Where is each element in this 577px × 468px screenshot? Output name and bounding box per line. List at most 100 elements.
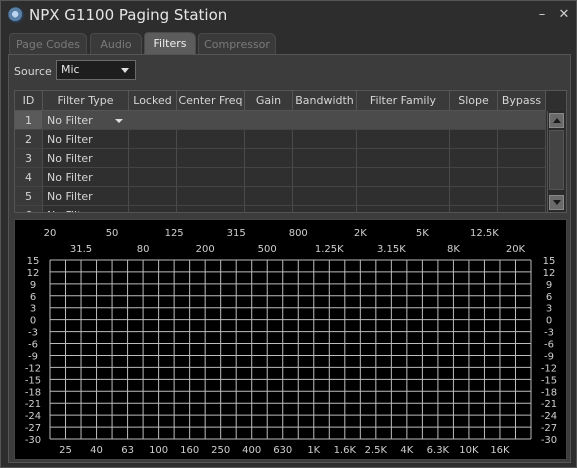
table-cell[interactable] (245, 187, 293, 206)
scroll-thumb[interactable] (549, 130, 564, 190)
table-cell[interactable] (498, 111, 546, 130)
table-row[interactable]: 5 No Filter (15, 187, 546, 206)
table-cell[interactable] (245, 130, 293, 149)
table-cell[interactable] (293, 187, 357, 206)
source-select[interactable]: Mic (56, 60, 136, 80)
db-label-left: 0 (30, 316, 36, 327)
column-header-slope[interactable]: Slope (450, 91, 498, 111)
table-cell[interactable] (293, 168, 357, 187)
column-header-locked[interactable]: Locked (129, 91, 177, 111)
table-cell[interactable] (129, 111, 177, 130)
table-cell[interactable] (293, 149, 357, 168)
column-header-filter-family[interactable]: Filter Family (357, 91, 450, 111)
column-header-center-freq[interactable]: Center Freq (177, 91, 245, 111)
minimize-button[interactable]: – (533, 5, 551, 25)
table-row[interactable]: 1 No Filter (15, 111, 546, 130)
row-id-cell[interactable]: 1 (15, 111, 43, 130)
table-cell[interactable] (450, 187, 498, 206)
db-label-right: -18 (541, 387, 557, 398)
table-cell[interactable] (450, 130, 498, 149)
table-cell[interactable] (129, 187, 177, 206)
table-cell[interactable] (129, 206, 177, 212)
tab-audio[interactable]: Audio (90, 33, 142, 55)
table-cell[interactable] (129, 149, 177, 168)
row-id-cell[interactable]: 3 (15, 149, 43, 168)
table-cell[interactable] (450, 206, 498, 212)
db-label-right: -9 (544, 351, 554, 362)
table-cell[interactable] (245, 168, 293, 187)
table-cell[interactable] (357, 168, 450, 187)
column-header-bandwidth[interactable]: Bandwidth (293, 91, 357, 111)
column-header-id[interactable]: ID (15, 91, 43, 111)
source-label: Source (14, 65, 52, 78)
table-cell[interactable] (177, 149, 245, 168)
app-window: NPX G1100 Paging Station – ✕ Page Codes … (0, 0, 577, 468)
table-cell[interactable] (129, 130, 177, 149)
filter-type-cell[interactable]: No Filter (43, 206, 129, 212)
table-cell[interactable] (177, 206, 245, 212)
table-cell[interactable] (245, 206, 293, 212)
freq-label-bottom: 2.5K (365, 445, 388, 456)
tab-page-codes[interactable]: Page Codes (9, 33, 87, 55)
freq-label-bottom: 250 (211, 445, 230, 456)
table-row[interactable]: 2 No Filter (15, 130, 546, 149)
row-id-cell[interactable]: 4 (15, 168, 43, 187)
table-cell[interactable] (177, 187, 245, 206)
table-cell[interactable] (129, 168, 177, 187)
table-cell[interactable] (498, 187, 546, 206)
table-cell[interactable] (357, 187, 450, 206)
table-cell[interactable] (498, 206, 546, 212)
triangle-up-icon (553, 118, 561, 123)
db-label-left: -24 (25, 411, 41, 422)
close-button[interactable]: ✕ (555, 5, 573, 25)
freq-label-bottom: 1.6K (334, 445, 357, 456)
db-label-left: -18 (25, 387, 41, 398)
freq-label-bottom: 100 (149, 445, 168, 456)
table-cell[interactable] (498, 168, 546, 187)
scroll-up-button[interactable] (549, 113, 564, 128)
table-cell[interactable] (357, 111, 450, 130)
tab-compressor[interactable]: Compressor (198, 33, 276, 55)
table-cell[interactable] (450, 111, 498, 130)
table-row[interactable]: 3 No Filter (15, 149, 546, 168)
table-cell[interactable] (177, 111, 245, 130)
table-cell[interactable] (293, 111, 357, 130)
table-cell[interactable] (450, 168, 498, 187)
column-header-gain[interactable]: Gain (245, 91, 293, 111)
db-label-right: -3 (544, 328, 554, 339)
table-cell[interactable] (498, 149, 546, 168)
freq-label-bottom: 10K (459, 445, 479, 456)
table-scrollbar[interactable] (547, 111, 565, 212)
tab-filters[interactable]: Filters (144, 32, 196, 55)
table-cell[interactable] (245, 149, 293, 168)
table-row[interactable]: 6 No Filter (15, 206, 546, 212)
table-cell[interactable] (357, 149, 450, 168)
row-id-cell[interactable]: 2 (15, 130, 43, 149)
table-cell[interactable] (450, 149, 498, 168)
table-cell[interactable] (357, 206, 450, 212)
table-cell[interactable] (293, 206, 357, 212)
freq-label-bottom: 16K (490, 445, 510, 456)
row-id-cell[interactable]: 5 (15, 187, 43, 206)
filter-type-cell[interactable]: No Filter (43, 149, 129, 168)
table-cell[interactable] (357, 130, 450, 149)
scroll-down-button[interactable] (549, 195, 564, 210)
filter-type-cell[interactable]: No Filter (43, 168, 129, 187)
table-cell[interactable] (498, 130, 546, 149)
freq-label-top: 2K (354, 228, 367, 239)
table-cell[interactable] (293, 130, 357, 149)
table-cell[interactable] (177, 168, 245, 187)
column-header-bypass[interactable]: Bypass (498, 91, 546, 111)
table-row[interactable]: 4 No Filter (15, 168, 546, 187)
row-id-cell[interactable]: 6 (15, 206, 43, 212)
db-label-left: 15 (27, 256, 40, 267)
db-label-left: -9 (28, 351, 38, 362)
filters-panel: Source Mic ID Filter Type Locked Center … (8, 54, 571, 463)
column-header-filter-type[interactable]: Filter Type (43, 91, 129, 111)
filter-type-value: No Filter (47, 133, 93, 146)
filter-type-cell[interactable]: No Filter (43, 111, 129, 130)
table-cell[interactable] (245, 111, 293, 130)
filter-type-cell[interactable]: No Filter (43, 187, 129, 206)
filter-type-cell[interactable]: No Filter (43, 130, 129, 149)
table-cell[interactable] (177, 130, 245, 149)
